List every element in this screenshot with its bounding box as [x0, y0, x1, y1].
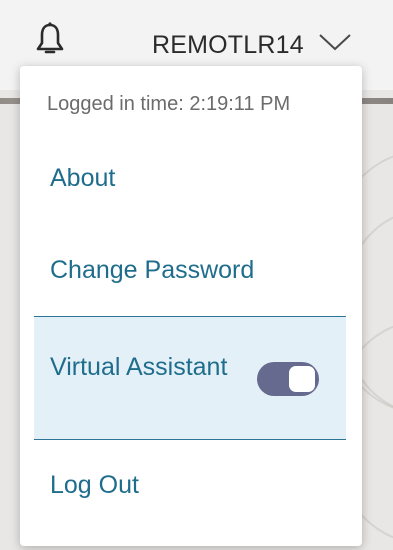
- bell-icon[interactable]: [36, 22, 64, 56]
- username-label[interactable]: REMOTLR14: [152, 31, 304, 60]
- menu-item-label: About: [50, 164, 116, 192]
- menu-item-log-out[interactable]: Log Out: [20, 471, 362, 511]
- toggle-knob: [289, 366, 315, 392]
- menu-item-label: Virtual Assistant: [50, 353, 228, 381]
- user-menu-dropdown: Logged in time: 2:19:11 PM About Change …: [20, 66, 362, 546]
- chevron-down-icon[interactable]: [318, 32, 352, 52]
- menu-item-about[interactable]: About: [20, 164, 362, 204]
- menu-item-label: Change Password: [50, 256, 255, 284]
- menu-item-virtual-assistant[interactable]: Virtual Assistant: [34, 316, 346, 440]
- virtual-assistant-toggle[interactable]: [257, 362, 319, 396]
- menu-item-label: Log Out: [50, 471, 139, 499]
- logged-in-time: Logged in time: 2:19:11 PM: [47, 93, 291, 115]
- menu-item-change-password[interactable]: Change Password: [20, 256, 362, 296]
